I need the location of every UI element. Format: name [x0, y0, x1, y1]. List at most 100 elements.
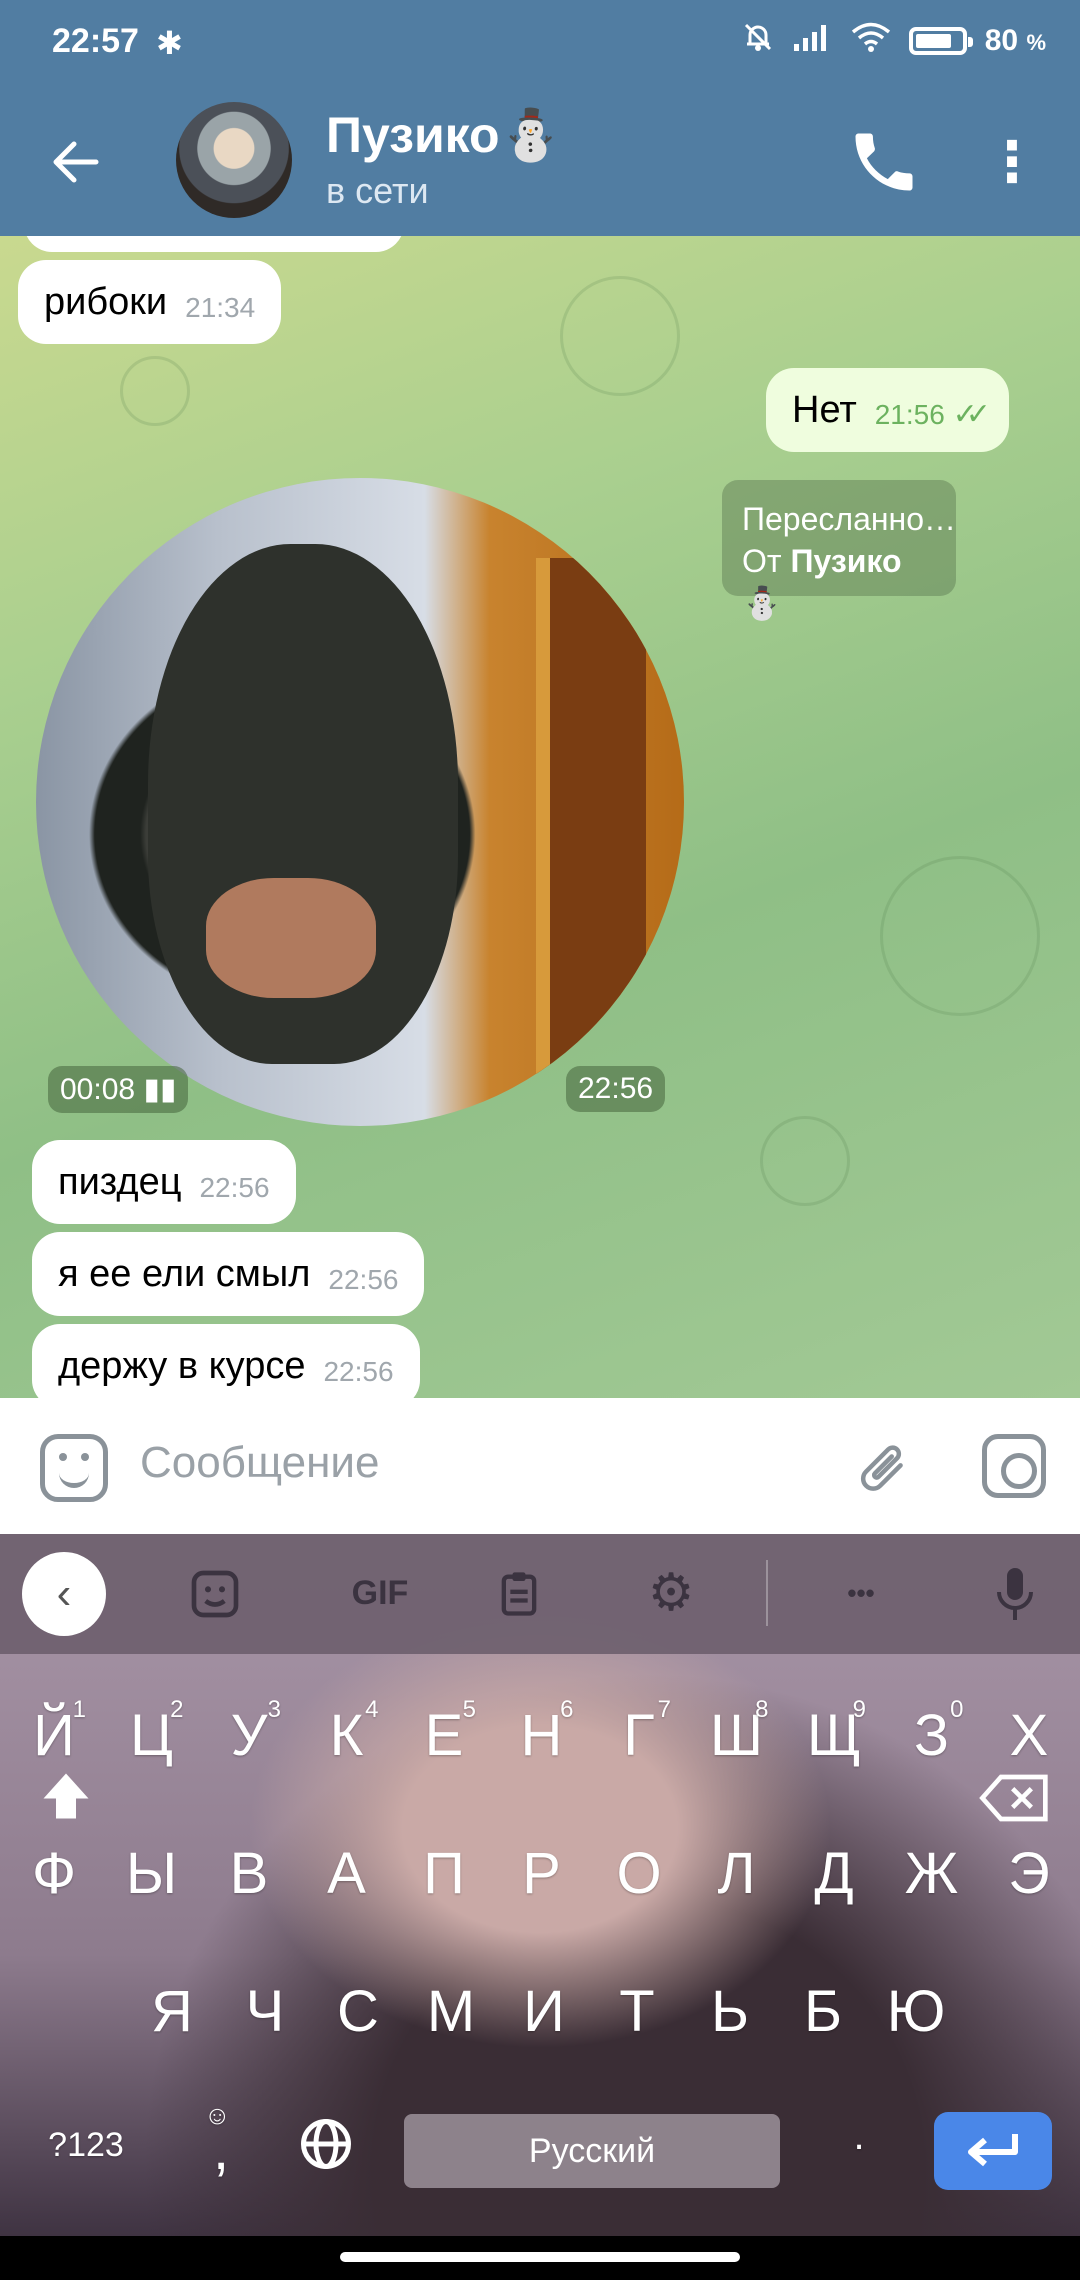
chat-messages[interactable]: рибоки 21:34 Нет 21:56 ✓✓ Пересланно… От…: [0, 236, 1080, 1398]
message-text: рибоки: [44, 281, 168, 323]
sticker-icon[interactable]: [180, 1558, 250, 1628]
key[interactable]: Ь: [690, 1978, 770, 2045]
key-hint: 8: [755, 1696, 769, 1723]
message-bubble-incoming[interactable]: я ее ели смыл 22:56: [32, 1232, 425, 1316]
sticker-icon[interactable]: [40, 1434, 108, 1502]
backspace-icon[interactable]: [970, 1770, 1060, 1840]
message-time: 21:56 ✓✓: [874, 398, 991, 431]
key[interactable]: Ж: [892, 1840, 972, 1907]
mic-icon[interactable]: [980, 1558, 1050, 1628]
message-bubble-incoming[interactable]: рибоки 21:34: [18, 260, 282, 344]
avatar[interactable]: [176, 102, 292, 218]
key[interactable]: М: [411, 1978, 491, 2045]
battery-fill: [915, 34, 951, 48]
forward-label: Пересланно…: [742, 501, 956, 537]
signal-icon: [793, 22, 833, 60]
key[interactable]: Р: [502, 1840, 582, 1907]
background-doodle: [560, 276, 680, 396]
key[interactable]: Э: [989, 1840, 1069, 1907]
key[interactable]: Х: [989, 1702, 1069, 1769]
key-hint: 1: [72, 1696, 86, 1723]
key[interactable]: Е5: [404, 1696, 484, 1769]
key[interactable]: Ы: [112, 1840, 192, 1907]
key[interactable]: Ч: [225, 1978, 305, 2045]
key-hint: 4: [365, 1696, 379, 1723]
key[interactable]: И: [504, 1978, 584, 2045]
key-hint: 7: [657, 1696, 671, 1723]
background-doodle: [120, 356, 190, 426]
key-hint: 9: [852, 1696, 866, 1723]
settings-icon[interactable]: ⚙: [636, 1558, 706, 1628]
key[interactable]: Я: [132, 1978, 212, 2045]
key[interactable]: А: [307, 1840, 387, 1907]
video-face-skin: [206, 878, 376, 998]
key[interactable]: З0: [892, 1696, 972, 1769]
phone-icon[interactable]: [846, 124, 922, 200]
key[interactable]: Б: [783, 1978, 863, 2045]
message-time: 22:56: [199, 1172, 270, 1203]
key-hint: 2: [170, 1696, 184, 1723]
period-key[interactable]: .: [834, 2114, 884, 2159]
status-bar: 22:57 ✱ 80 %: [0, 0, 1080, 88]
forwarded-message[interactable]: Пересланно… От Пузико⛄: [722, 480, 956, 621]
background-doodle: [880, 856, 1040, 1016]
message-text: я ее ели смыл: [58, 1253, 311, 1295]
key[interactable]: В: [209, 1840, 289, 1907]
back-chevron-icon[interactable]: ‹: [22, 1552, 106, 1636]
key[interactable]: У3: [209, 1696, 289, 1769]
more-icon[interactable]: •••: [826, 1558, 896, 1628]
enter-icon[interactable]: [934, 2112, 1052, 2190]
key[interactable]: К4: [307, 1696, 387, 1769]
camera-icon[interactable]: [982, 1434, 1046, 1498]
forward-from: От Пузико⛄: [742, 543, 902, 621]
key[interactable]: Д: [794, 1840, 874, 1907]
message-input-bar: Сообщение: [0, 1398, 1080, 1534]
message-bubble-outgoing[interactable]: Нет 21:56 ✓✓: [766, 368, 1009, 452]
video-note[interactable]: [36, 478, 684, 1126]
keyboard: ‹ GIF ⚙ ••• Й1Ц2У3К4Е5Н6Г7Ш8Щ9З0Х ФЫВАПР…: [0, 1534, 1080, 2236]
key[interactable]: Щ9: [794, 1696, 874, 1769]
key[interactable]: О: [599, 1840, 679, 1907]
key[interactable]: Л: [697, 1840, 777, 1907]
key[interactable]: С: [318, 1978, 398, 2045]
key[interactable]: Ф: [14, 1840, 94, 1907]
gif-icon[interactable]: GIF: [330, 1558, 430, 1628]
key[interactable]: Ш8: [697, 1696, 777, 1769]
back-arrow-icon[interactable]: [40, 126, 112, 198]
key[interactable]: Н6: [502, 1696, 582, 1769]
key[interactable]: Ю: [876, 1978, 956, 2045]
video-time: 22:56: [566, 1066, 666, 1112]
key[interactable]: Т: [597, 1978, 677, 2045]
symbols-key[interactable]: ?123: [36, 2126, 136, 2165]
wifi-icon: [851, 21, 891, 61]
key[interactable]: Ц2: [112, 1696, 192, 1769]
keyboard-toolbar: ‹ GIF ⚙ •••: [0, 1534, 1080, 1654]
double-check-icon: ✓✓: [952, 398, 991, 431]
key[interactable]: Г7: [599, 1696, 679, 1769]
video-duration: 00:08 ▮▮: [48, 1066, 189, 1113]
globe-icon[interactable]: [294, 2114, 358, 2188]
home-gesture-pill[interactable]: [340, 2252, 740, 2262]
message-bubble-incoming[interactable]: пиздец 22:56: [32, 1140, 296, 1224]
key[interactable]: П: [404, 1840, 484, 1907]
key[interactable]: Й1: [14, 1696, 94, 1769]
message-time: 22:56: [323, 1356, 394, 1387]
more-vert-icon[interactable]: ⋮: [982, 124, 1042, 200]
toolbar-separator: [766, 1560, 768, 1626]
key-hint: 6: [560, 1696, 574, 1723]
key-hint: 5: [462, 1696, 476, 1723]
clipboard-icon[interactable]: [484, 1558, 554, 1628]
message-input[interactable]: Сообщение: [140, 1438, 379, 1488]
attach-icon[interactable]: [831, 1417, 933, 1519]
message-bubble-incoming[interactable]: держу в курсе 22:56: [32, 1324, 420, 1398]
space-key[interactable]: Русский: [404, 2114, 780, 2188]
muted-bell-icon: [741, 20, 775, 62]
shift-icon[interactable]: [34, 1766, 98, 1840]
sound-bars-icon: ▮▮: [143, 1073, 177, 1106]
comma-key[interactable]: ☺ ,: [196, 2100, 246, 2182]
message-time: 22:56: [328, 1264, 399, 1295]
message-bubble-partial[interactable]: [24, 236, 404, 252]
chat-status: в сети: [326, 170, 429, 211]
bluetooth-icon: ✱: [156, 25, 183, 61]
chat-title[interactable]: Пузико⛄: [326, 106, 562, 165]
